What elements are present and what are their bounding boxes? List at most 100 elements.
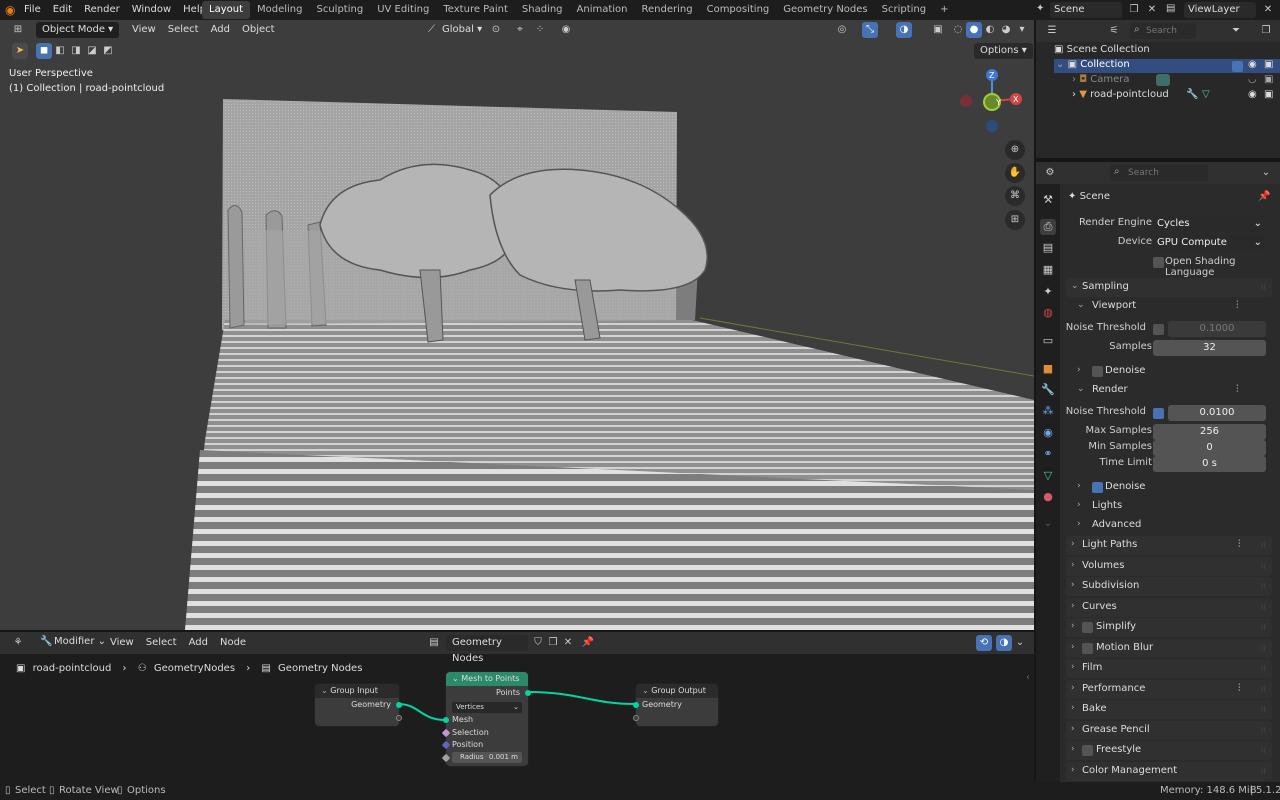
shading-wireframe-icon[interactable]: ◌ [950,22,966,38]
viewport-subpanel-header[interactable]: ⌄ Viewport ⫶ [1072,297,1272,316]
add-workspace-button[interactable]: + [933,1,955,19]
render-subpanel-header[interactable]: ⌄ Render ⫶ [1072,381,1272,400]
render-engine-select[interactable]: Cycles ⌄ [1153,216,1266,232]
viewport-options-button[interactable]: Options ▾ [974,43,1033,59]
pin-icon[interactable]: 📌 [1258,191,1270,202]
collection-render-icon[interactable]: ▣ [1264,59,1273,70]
object-tab-icon[interactable]: ■ [1040,361,1056,377]
panel-subdivision[interactable]: › Subdivision ⁝⁝ [1066,577,1272,596]
tab-scripting[interactable]: Scripting [875,1,933,19]
new-scene-icon[interactable]: ❐ [1126,2,1142,18]
properties-options-icon[interactable]: ⌄ [1258,165,1274,181]
viewport-samples-field[interactable]: 32 [1153,340,1266,356]
panel-simplify[interactable]: › Simplify ⁝⁝ [1066,618,1272,637]
zoom-icon[interactable]: ⊕ [1005,140,1025,160]
panel-motion-blur[interactable]: › Motion Blur ⁝⁝ [1066,639,1272,658]
min-samples-field[interactable]: 0 [1153,440,1266,456]
tab-modeling[interactable]: Modeling [250,1,310,19]
group-input-node[interactable]: ⌄ Group Input Geometry [315,684,402,726]
drag-handle-icon[interactable]: ⁝⁝ [1261,705,1266,714]
tab-animation[interactable]: Animation [570,1,635,19]
motion-blur-checkbox[interactable] [1082,643,1093,654]
time-limit-field[interactable]: 0 s [1153,456,1266,472]
render-noise-field[interactable]: 0.0100 [1168,405,1266,421]
select-intersect-icon[interactable]: ◩ [100,43,116,59]
drag-handle-icon[interactable]: ⁝⁝ [1261,685,1266,694]
perspective-toggle-icon[interactable]: ⊞ [1005,210,1025,230]
group-output-node[interactable]: ⌄ Group Output Geometry [633,684,718,726]
scene-tab-icon[interactable]: ✦ [1040,284,1056,300]
collection-exclude-checkbox[interactable] [1232,61,1243,72]
tab-texture-paint[interactable]: Texture Paint [436,1,515,19]
modifier-tab-icon[interactable]: 🔧 [1040,382,1056,398]
render-noise-checkbox[interactable] [1153,408,1164,419]
object-visibility-icon[interactable]: ◉ [1248,89,1257,100]
device-select[interactable]: GPU Compute ⌄ [1153,235,1266,251]
tab-geometry-nodes[interactable]: Geometry Nodes [776,1,874,19]
performance-presets-icon[interactable]: ⫶ [1238,683,1241,694]
scene-collection-row[interactable]: ▣ Scene Collection [1054,44,1150,55]
drag-handle-icon[interactable]: ⁝⁝ [1261,283,1266,292]
panel-bake[interactable]: › Bake ⁝⁝ [1066,700,1272,719]
panel-freestyle[interactable]: › Freestyle ⁝⁝ [1066,741,1272,760]
xray-toggle-icon[interactable]: ▣ [930,22,946,38]
viewport-menu-view[interactable]: View [126,20,162,40]
tab-layout[interactable]: Layout [202,1,250,19]
particles-tab-icon[interactable]: ⁂ [1040,403,1056,419]
select-subtract-icon[interactable]: ◨ [68,43,84,59]
tab-compositing[interactable]: Compositing [700,1,777,19]
max-samples-field[interactable]: 256 [1153,424,1266,440]
light-paths-presets-icon[interactable]: ⫶ [1238,539,1241,550]
mode-dropdown[interactable]: Vertices ⌄ [452,702,522,713]
panel-color-management[interactable]: › Color Management ⁝⁝ [1066,762,1272,781]
panel-light-paths[interactable]: › Light Paths ⫶ ⁝⁝ [1066,536,1272,555]
snap-icon[interactable]: ⌖ [512,22,528,38]
pan-hand-icon[interactable]: ✋ [1005,163,1025,183]
group-input-header[interactable]: ⌄ Group Input [315,684,399,698]
select-extend-icon[interactable]: ◧ [52,43,68,59]
menu-render[interactable]: Render [78,0,126,20]
viewport-noise-checkbox[interactable] [1153,324,1164,335]
select-tool-icon[interactable]: ➤ [12,43,28,59]
collection-tab-icon[interactable]: ▭ [1040,333,1056,349]
sampling-panel-header[interactable]: ⌄ Sampling ⁝⁝ [1066,278,1272,297]
drag-handle-icon[interactable]: ⁝⁝ [1261,623,1266,632]
points-output-socket[interactable] [525,690,531,696]
mesh-input-socket[interactable] [443,717,449,723]
output-tab-icon[interactable]: ▤ [1040,240,1056,256]
viewport-denoise-checkbox[interactable] [1092,366,1103,377]
object-render-icon[interactable]: ▣ [1264,89,1273,100]
outliner-editor-icon[interactable]: ☰ [1044,23,1060,39]
drag-handle-icon[interactable]: ⁝⁝ [1261,726,1266,735]
mesh-to-points-header[interactable]: ⌄ Mesh to Points [446,672,528,686]
drag-handle-icon[interactable]: ⁝⁝ [1261,582,1266,591]
menu-edit[interactable]: Edit [47,0,78,20]
world-tab-icon[interactable]: ◍ [1040,305,1056,321]
viewport-menu-select[interactable]: Select [162,20,205,40]
physics-tab-icon[interactable]: ◉ [1040,425,1056,441]
render-denoise-subpanel[interactable]: › Denoise [1072,478,1272,497]
panel-grease-pencil[interactable]: › Grease Pencil ⁝⁝ [1066,721,1272,740]
group-output-geometry-socket[interactable] [633,702,639,708]
collection-row[interactable]: ⌄ ▣ Collection ◉ ▣ [1054,59,1280,73]
tab-sculpting[interactable]: Sculpting [310,1,371,19]
display-mode-icon[interactable]: ⚟ [1106,23,1122,39]
new-collection-icon[interactable]: ❐ [1258,23,1274,39]
camera-visibility-icon[interactable]: ◡ [1248,74,1257,85]
group-output-empty-socket[interactable] [633,715,639,721]
lights-subpanel[interactable]: › Lights [1072,497,1272,516]
drag-handle-icon[interactable]: ⁝⁝ [1261,603,1266,612]
render-denoise-checkbox[interactable] [1092,482,1103,493]
overlay-toggle-icon[interactable]: ◑ [896,22,912,38]
group-input-geometry-socket[interactable] [396,702,402,708]
menu-window[interactable]: Window [126,0,177,20]
material-tab-icon[interactable]: ● [1040,489,1056,505]
properties-search-input[interactable] [1128,166,1204,180]
editor-type-icon[interactable]: ⊞ [10,22,26,38]
camera-view-icon[interactable]: ⌘ [1005,186,1025,206]
tab-rendering[interactable]: Rendering [635,1,700,19]
filter-icon[interactable]: ⏷ [1228,23,1244,39]
collection-visibility-icon[interactable]: ◉ [1248,59,1257,70]
group-input-empty-socket[interactable] [396,715,402,721]
properties-editor-icon[interactable]: ⚙ [1042,165,1058,181]
